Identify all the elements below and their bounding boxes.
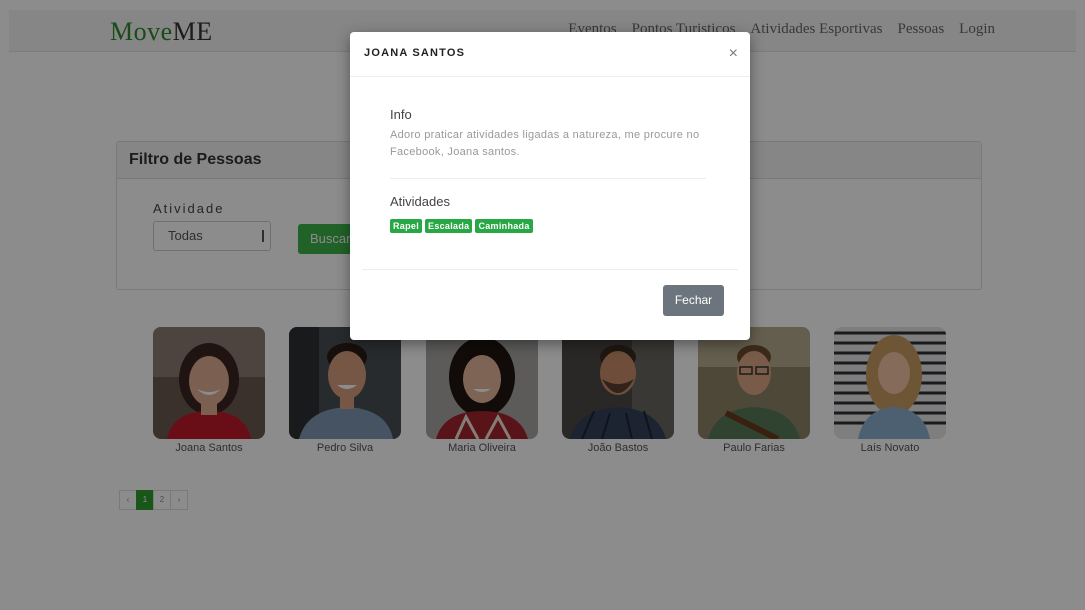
modal-title: JOANA SANTOS xyxy=(364,47,466,59)
activity-tags: Rapel Escalada Caminhada xyxy=(390,219,533,233)
info-title: Info xyxy=(390,107,412,122)
modal-header: JOANA SANTOS × xyxy=(350,32,750,77)
activities-title: Atividades xyxy=(390,194,450,209)
close-button[interactable]: Fechar xyxy=(663,285,724,316)
activity-tag: Escalada xyxy=(425,219,473,233)
modal-footer-divider xyxy=(362,269,738,270)
activity-tag: Rapel xyxy=(390,219,423,233)
divider xyxy=(390,178,706,179)
activity-tag: Caminhada xyxy=(475,219,533,233)
close-icon[interactable]: × xyxy=(729,46,738,62)
info-text: Adoro praticar atividades ligadas a natu… xyxy=(390,129,700,158)
person-modal: JOANA SANTOS × Info Adoro praticar ativi… xyxy=(350,32,750,340)
